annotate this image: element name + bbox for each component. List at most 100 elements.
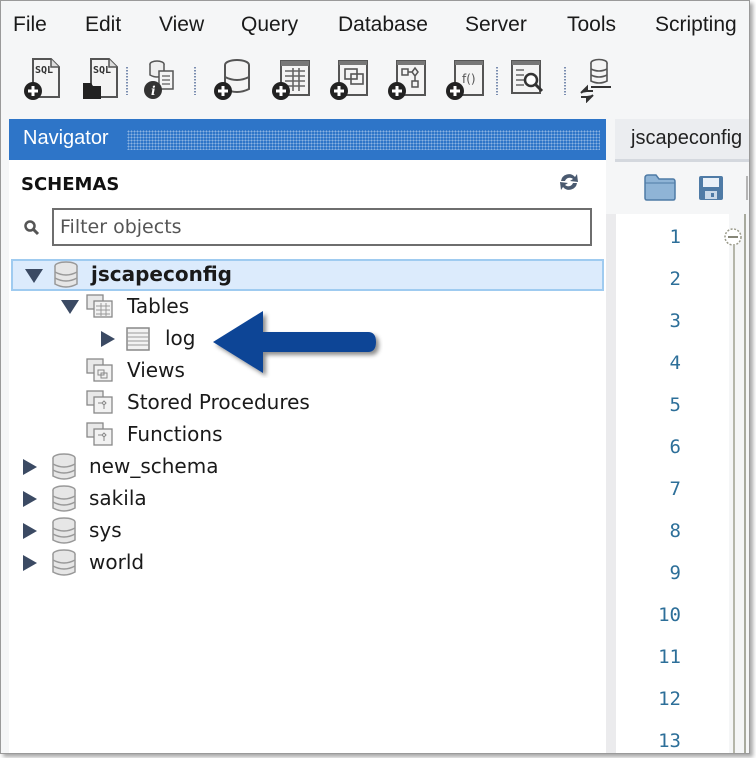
- line-number: 5: [669, 394, 681, 416]
- tree-label: Tables: [127, 294, 190, 318]
- menu-view[interactable]: View: [159, 13, 204, 37]
- open-folder-icon[interactable]: [643, 172, 677, 202]
- create-table-button[interactable]: [269, 55, 313, 103]
- navigator-title: Navigator: [23, 127, 109, 149]
- line-number: 4: [669, 352, 681, 374]
- save-icon[interactable]: [697, 174, 725, 202]
- toolbar-separator: [126, 67, 128, 95]
- database-add-icon: [214, 59, 250, 100]
- functions-folder-icon: [86, 422, 113, 446]
- toolbar-separator: [496, 67, 498, 95]
- toolbar-separator: [194, 67, 196, 95]
- navigator-header: Navigator: [9, 119, 606, 160]
- toolbar-separator: [564, 67, 566, 95]
- svg-text:SQL: SQL: [93, 65, 111, 76]
- inspect-object-button[interactable]: i: [137, 55, 181, 103]
- line-number: 8: [669, 520, 681, 542]
- tree-label: Functions: [127, 422, 223, 446]
- editor-left-bar: [606, 214, 616, 753]
- schemas-label: SCHEMAS: [21, 174, 120, 195]
- filter-objects-input[interactable]: [52, 208, 592, 246]
- schema-database-icon: [52, 549, 76, 576]
- line-number: 2: [669, 268, 681, 290]
- editor-tab-strip: jscapeconfig: [615, 119, 749, 162]
- menu-scripting[interactable]: Scripting: [655, 13, 737, 37]
- tree-label: sakila: [89, 486, 147, 510]
- svg-text:f(): f(): [462, 72, 476, 86]
- expand-arrow-icon[interactable]: [23, 459, 37, 475]
- menu-file[interactable]: File: [13, 13, 47, 37]
- menu-bar: File Edit View Query Database Server Too…: [1, 1, 749, 49]
- editor-gutter-edge: [744, 214, 746, 753]
- refresh-icon[interactable]: [557, 171, 581, 193]
- main-toolbar: SQL SQL i f(): [1, 51, 749, 109]
- schema-database-icon: [54, 261, 78, 288]
- expand-arrow-icon[interactable]: [23, 555, 37, 571]
- function-add-icon: f(): [446, 60, 484, 100]
- tree-label: world: [89, 550, 145, 574]
- sql-file-open-icon: SQL: [83, 58, 118, 99]
- schema-database-icon: [52, 485, 76, 512]
- editor-toolbar-separator: [746, 176, 748, 200]
- line-number: 1: [669, 226, 681, 248]
- database-reconnect-icon: [580, 58, 611, 104]
- info-icon: i: [144, 60, 174, 99]
- svg-text:i: i: [151, 84, 156, 98]
- schema-database-icon: [52, 517, 76, 544]
- line-number: 10: [658, 604, 681, 626]
- menu-server[interactable]: Server: [465, 13, 527, 37]
- collapse-arrow-icon[interactable]: [25, 269, 43, 283]
- menu-query[interactable]: Query: [241, 13, 298, 37]
- menu-database[interactable]: Database: [338, 13, 428, 37]
- editor-toolbar: [615, 162, 749, 214]
- create-procedure-button[interactable]: [385, 55, 429, 103]
- tree-item-functions[interactable]: Functions: [9, 419, 606, 451]
- expand-arrow-icon[interactable]: [23, 523, 37, 539]
- collapse-arrow-icon[interactable]: [61, 300, 79, 314]
- expand-arrow-icon[interactable]: [101, 331, 115, 347]
- line-number: 6: [669, 436, 681, 458]
- procedure-add-icon: [388, 60, 426, 100]
- table-icon: [126, 327, 150, 351]
- line-number: 12: [658, 688, 681, 710]
- tree-label: jscapeconfig: [91, 262, 232, 286]
- procedures-folder-icon: [86, 390, 113, 414]
- tables-folder-icon: [86, 294, 113, 318]
- tree-item-new-schema[interactable]: new_schema: [9, 451, 606, 483]
- view-add-icon: [330, 60, 368, 100]
- menu-tools[interactable]: Tools: [567, 13, 616, 37]
- create-function-button[interactable]: f(): [443, 55, 487, 103]
- search-table-data-button[interactable]: [506, 55, 550, 103]
- new-sql-tab-button[interactable]: SQL: [21, 55, 65, 103]
- workbench-window: File Edit View Query Database Server Too…: [0, 0, 750, 754]
- line-number: 11: [658, 646, 681, 668]
- schema-database-icon: [52, 453, 76, 480]
- create-schema-button[interactable]: [211, 55, 255, 103]
- table-add-icon: [272, 60, 310, 100]
- menu-edit[interactable]: Edit: [85, 13, 121, 37]
- tree-label: sys: [89, 518, 122, 542]
- tree-item-stored-procedures[interactable]: Stored Procedures: [9, 387, 606, 419]
- annotation-arrow-icon: [213, 311, 376, 373]
- reconnect-button[interactable]: [573, 55, 617, 104]
- tree-label: new_schema: [89, 454, 219, 478]
- create-view-button[interactable]: [327, 55, 371, 103]
- tree-item-jscapeconfig[interactable]: jscapeconfig: [11, 259, 604, 291]
- navigator-panel: Navigator SCHEMAS jscapeconfig: [9, 119, 606, 753]
- tab-jscapeconfig[interactable]: jscapeconfig: [631, 127, 742, 150]
- line-number: 9: [669, 562, 681, 584]
- line-number-gutter: 1 2 3 4 5 6 7 8 9 10 11 12 13: [616, 214, 742, 753]
- expand-arrow-icon[interactable]: [23, 491, 37, 507]
- line-number: 13: [658, 730, 681, 752]
- sql-file-add-icon: SQL: [24, 58, 60, 100]
- navigator-drag-grip[interactable]: [127, 130, 600, 150]
- line-number: 3: [669, 310, 681, 332]
- window-left-edge: [1, 109, 9, 753]
- tree-label: Stored Procedures: [127, 390, 310, 414]
- fold-guide-line: [733, 244, 735, 753]
- tree-item-world[interactable]: world: [9, 547, 606, 579]
- tree-item-sys[interactable]: sys: [9, 515, 606, 547]
- tree-item-sakila[interactable]: sakila: [9, 483, 606, 515]
- open-sql-script-button[interactable]: SQL: [79, 55, 123, 103]
- table-search-icon: [511, 60, 544, 94]
